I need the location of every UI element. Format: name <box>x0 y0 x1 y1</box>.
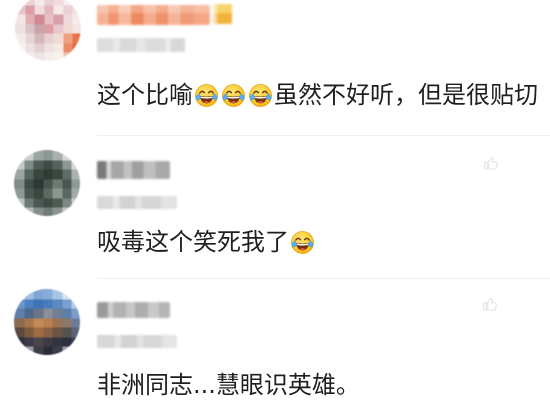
comment-text: 非洲同志...慧眼识英雄。 <box>97 370 550 400</box>
face-with-tears-of-joy-icon <box>194 83 219 108</box>
comment-text: 吸毒这个笑死我了 <box>97 227 550 257</box>
avatar[interactable] <box>15 0 81 61</box>
comment-text-part: 这个比喻 <box>97 81 193 109</box>
thumbs-up-icon[interactable] <box>481 295 499 313</box>
comment-item: 吸毒这个笑死我了 <box>0 136 550 278</box>
author-name-blurred[interactable] <box>97 302 170 318</box>
vip-badge-icon <box>213 4 232 24</box>
face-with-tears-of-joy-icon <box>221 83 246 108</box>
face-with-tears-of-joy-icon <box>290 230 315 255</box>
author-name-blurred[interactable] <box>97 161 170 179</box>
avatar[interactable] <box>14 150 80 216</box>
avatar-frame[interactable] <box>15 0 81 62</box>
comment-text-part: 虽然不好听，但是很贴切 <box>274 81 538 109</box>
comment-time-blurred <box>97 335 177 348</box>
thumbs-up-icon[interactable] <box>482 154 500 172</box>
comment-item: 这个比喻 虽然不好听，但是很贴切 <box>0 0 550 135</box>
comment-time-blurred <box>97 38 185 52</box>
author-name-blurred[interactable] <box>97 5 210 25</box>
avatar[interactable] <box>14 289 80 355</box>
comment-time-blurred <box>97 196 177 209</box>
face-with-tears-of-joy-icon <box>248 83 273 108</box>
comment-text: 这个比喻 虽然不好听，但是很贴切 <box>97 80 550 110</box>
comment-item: 非洲同志...慧眼识英雄。 <box>0 279 550 413</box>
comment-text-part: 非洲同志...慧眼识英雄。 <box>97 371 360 399</box>
comment-text-part: 吸毒这个笑死我了 <box>97 228 289 256</box>
